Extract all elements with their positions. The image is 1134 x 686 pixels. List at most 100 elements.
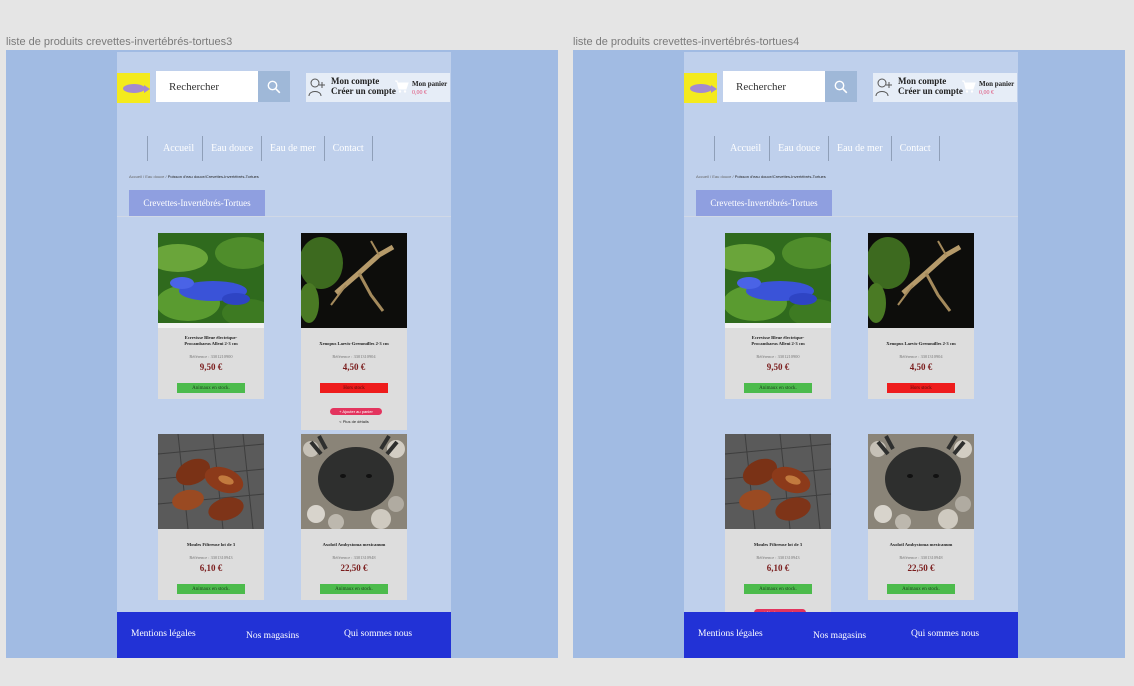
search-input[interactable] [723, 71, 825, 102]
footer-stores-link[interactable]: Nos magasins [813, 631, 866, 641]
breadcrumb-home[interactable]: Accueil [129, 174, 142, 179]
breadcrumb-home[interactable]: Accueil [696, 174, 709, 179]
product-price: 22,50 € [340, 563, 368, 573]
nav-item-freshwater[interactable]: Eau douce [202, 136, 261, 161]
product-image[interactable] [725, 233, 831, 328]
fish-logo-icon [689, 83, 717, 93]
product-card[interactable]: Ecrevisse Bleue électrique- Procambarus A… [158, 233, 264, 399]
footer-legal-link[interactable]: Mentions légales [131, 629, 196, 639]
nav-item-saltwater[interactable]: Eau de mer [261, 136, 324, 161]
product-name[interactable]: Axolotl Ambystoma mexicanum [304, 542, 404, 548]
logo[interactable] [117, 73, 150, 103]
nav-item-saltwater[interactable]: Eau de mer [828, 136, 891, 161]
product-price: 6,10 € [199, 563, 223, 573]
breadcrumb: Accueil / Eau douce / Poisson d'eau douc… [129, 174, 259, 179]
product-reference: Référence : 3301310948 [332, 555, 376, 560]
stock-badge: Animaux en stock. [887, 584, 955, 594]
logo[interactable] [684, 73, 717, 103]
breadcrumb-freshwater[interactable]: Eau douce [145, 174, 164, 179]
product-name[interactable]: Axolotl Ambystoma mexicanum [871, 542, 971, 548]
product-card[interactable]: Ecrevisse Bleue électrique- Procambarus A… [725, 233, 831, 399]
breadcrumb: Accueil / Eau douce / Poisson d'eau douc… [696, 174, 826, 179]
footer: Mentions légales Nos magasins Qui sommes… [117, 612, 451, 658]
my-cart-link[interactable]: Mon panier [412, 80, 447, 88]
product-image[interactable] [158, 233, 264, 328]
category-tab[interactable]: Crevettes-Invertébrés-Tortues [696, 190, 832, 216]
divider [117, 216, 451, 217]
breadcrumb-current: Poisson d'eau douce/Crevettes-Invertébré… [734, 174, 826, 179]
add-to-cart-button[interactable]: + Ajouter au panier [330, 408, 382, 415]
product-price: 22,50 € [907, 563, 935, 573]
product-name-line: Ecrevisse Bleue électrique- [184, 335, 238, 340]
account-cart-box: Mon compte Créer un compte Mon panier 0,… [873, 73, 1017, 102]
footer-about-link[interactable]: Qui sommes nous [911, 629, 979, 639]
stock-badge: Hors stock [320, 383, 388, 393]
frog-image [868, 233, 974, 328]
search-button[interactable] [258, 71, 290, 102]
product-card[interactable]: Axolotl Ambystoma mexicanum Référence : … [868, 434, 974, 600]
product-name[interactable]: Xenopus Laevis-Grenouilles 2-3 cm [304, 341, 404, 347]
artboard-frame: Mon compte Créer un compte Mon panier 0,… [573, 50, 1125, 658]
axolotl-image [301, 434, 407, 529]
cart-icon[interactable] [961, 79, 976, 94]
product-name[interactable]: Moules Filtreuse lot de 3 [161, 542, 261, 548]
nav-item-freshwater[interactable]: Eau douce [769, 136, 828, 161]
product-card[interactable]: Moules Filtreuse lot de 3 Référence : 33… [725, 434, 831, 630]
cart-icon[interactable] [394, 79, 409, 94]
fish-logo-icon [122, 83, 150, 93]
product-name-line: Procambarus Alleni 2-3 cm [184, 340, 238, 346]
product-image[interactable] [301, 434, 407, 529]
artboard-frame: Mon compte Créer un compte Mon panier 0,… [6, 50, 558, 658]
product-name[interactable]: Ecrevisse Bleue électrique- Procambarus A… [728, 335, 828, 346]
add-user-icon [875, 78, 892, 97]
product-image[interactable] [158, 434, 264, 529]
my-account-link[interactable]: Mon compte [898, 76, 946, 86]
nav-item-home[interactable]: Accueil [714, 136, 769, 161]
create-account-link[interactable]: Créer un compte [898, 86, 963, 96]
crayfish-image [158, 233, 264, 328]
more-details-link[interactable]: < Plus de détails [301, 419, 407, 424]
my-cart-link[interactable]: Mon panier [979, 80, 1014, 88]
axolotl-image [868, 434, 974, 529]
footer-legal-link[interactable]: Mentions légales [698, 629, 763, 639]
product-card[interactable]: Xenopus Laevis-Grenouilles 2-3 cm Référe… [868, 233, 974, 399]
product-name[interactable]: Moules Filtreuse lot de 3 [728, 542, 828, 548]
product-price: 4,50 € [909, 362, 933, 372]
footer-stores-link[interactable]: Nos magasins [246, 631, 299, 641]
search-input[interactable] [156, 71, 258, 102]
stock-badge: Hors stock [887, 383, 955, 393]
search-icon [834, 80, 848, 93]
account-cart-box: Mon compte Créer un compte Mon panier 0,… [306, 73, 450, 102]
product-image[interactable] [301, 233, 407, 328]
add-user-icon [308, 78, 325, 97]
product-reference: Référence : 3301210900 [756, 354, 800, 359]
product-image[interactable] [868, 434, 974, 529]
cart-total: 0,00 € [979, 90, 994, 96]
footer-about-link[interactable]: Qui sommes nous [344, 629, 412, 639]
product-reference: Référence : 3301310943 [189, 555, 233, 560]
product-reference: Référence : 3301310948 [899, 555, 943, 560]
product-name-line: Ecrevisse Bleue électrique- [751, 335, 805, 340]
create-account-link[interactable]: Créer un compte [331, 86, 396, 96]
nav-item-contact[interactable]: Contact [323, 136, 373, 161]
product-image[interactable] [868, 233, 974, 328]
product-price: 9,50 € [766, 362, 790, 372]
product-card[interactable]: Axolotl Ambystoma mexicanum Référence : … [301, 434, 407, 600]
search-button[interactable] [825, 71, 857, 102]
frame-label: liste de produits crevettes-invertébrés-… [6, 36, 233, 48]
product-name[interactable]: Xenopus Laevis-Grenouilles 2-3 cm [871, 341, 971, 347]
breadcrumb-freshwater[interactable]: Eau douce [712, 174, 731, 179]
product-card[interactable]: Moules Filtreuse lot de 3 Référence : 33… [158, 434, 264, 600]
category-tab[interactable]: Crevettes-Invertébrés-Tortues [129, 190, 265, 216]
frog-image [301, 233, 407, 328]
product-price: 9,50 € [199, 362, 223, 372]
product-name[interactable]: Ecrevisse Bleue électrique- Procambarus A… [161, 335, 261, 346]
nav-item-contact[interactable]: Contact [890, 136, 940, 161]
main-nav: Accueil Eau douce Eau de mer Contact [147, 136, 373, 161]
product-reference: Référence : 3301310904 [332, 354, 376, 359]
product-image[interactable] [725, 434, 831, 529]
product-card[interactable]: Xenopus Laevis-Grenouilles 2-3 cm Référe… [301, 233, 407, 430]
my-account-link[interactable]: Mon compte [331, 76, 379, 86]
breadcrumb-current: Poisson d'eau douce/Crevettes-Invertébré… [167, 174, 259, 179]
nav-item-home[interactable]: Accueil [147, 136, 202, 161]
